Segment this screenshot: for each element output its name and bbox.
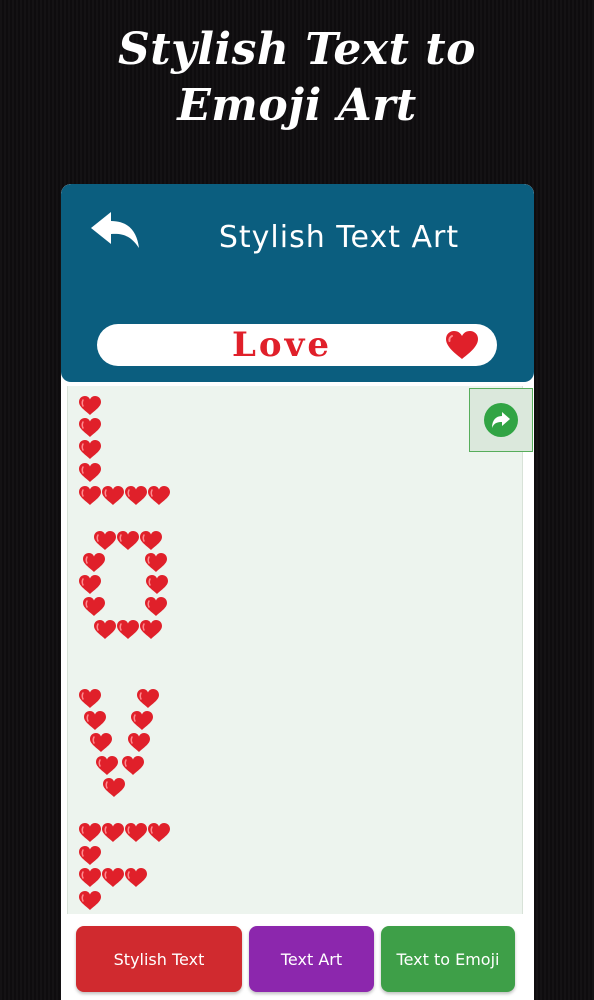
share-button[interactable] bbox=[469, 388, 533, 452]
art-heart-12 bbox=[145, 553, 167, 572]
art-heart-32 bbox=[148, 823, 170, 842]
share-circle bbox=[484, 403, 518, 437]
art-heart-30 bbox=[102, 823, 124, 842]
art-heart-5 bbox=[102, 486, 124, 505]
emoji-picker-button[interactable] bbox=[445, 330, 479, 360]
art-heart-28 bbox=[103, 778, 125, 797]
phone-screen: Stylish Text Art Stylish Text Text Art T… bbox=[61, 184, 534, 1000]
art-heart-7 bbox=[148, 486, 170, 505]
app-header: Stylish Text Art bbox=[61, 184, 534, 382]
art-heart-14 bbox=[146, 575, 168, 594]
art-heart-37 bbox=[79, 891, 101, 910]
art-heart-33 bbox=[79, 846, 101, 865]
art-heart-9 bbox=[117, 531, 139, 550]
back-button[interactable] bbox=[89, 208, 145, 252]
red-heart-icon bbox=[446, 331, 478, 359]
text-art-button[interactable]: Text Art bbox=[249, 926, 374, 992]
art-heart-19 bbox=[140, 620, 162, 639]
stylish-text-button[interactable]: Stylish Text bbox=[76, 926, 242, 992]
word-input-pill[interactable] bbox=[97, 324, 497, 366]
promo-title-line-1: Stylish Text to bbox=[118, 24, 476, 75]
art-heart-31 bbox=[125, 823, 147, 842]
art-heart-25 bbox=[128, 733, 150, 752]
art-heart-29 bbox=[79, 823, 101, 842]
art-heart-8 bbox=[94, 531, 116, 550]
art-heart-35 bbox=[102, 868, 124, 887]
word-input[interactable] bbox=[117, 324, 447, 366]
art-heart-1 bbox=[79, 418, 101, 437]
art-heart-34 bbox=[79, 868, 101, 887]
back-arrow-icon bbox=[91, 212, 139, 248]
promo-title-line-2: Emoji Art bbox=[177, 80, 417, 131]
share-icon bbox=[492, 412, 510, 428]
art-heart-15 bbox=[83, 597, 105, 616]
art-heart-21 bbox=[137, 689, 159, 708]
art-heart-26 bbox=[96, 756, 118, 775]
promo-title: Stylish Text to Emoji Art bbox=[0, 22, 594, 134]
art-heart-27 bbox=[122, 756, 144, 775]
header-title: Stylish Text Art bbox=[218, 220, 460, 255]
art-heart-0 bbox=[79, 396, 101, 415]
art-heart-20 bbox=[79, 689, 101, 708]
art-heart-2 bbox=[79, 440, 101, 459]
heart-art bbox=[79, 396, 170, 910]
art-heart-18 bbox=[117, 620, 139, 639]
art-heart-22 bbox=[84, 711, 106, 730]
art-heart-36 bbox=[125, 868, 147, 887]
text-to-emoji-button[interactable]: Text to Emoji bbox=[381, 926, 515, 992]
art-heart-17 bbox=[94, 620, 116, 639]
art-heart-3 bbox=[79, 463, 101, 482]
art-heart-10 bbox=[140, 531, 162, 550]
art-heart-11 bbox=[83, 553, 105, 572]
art-heart-4 bbox=[79, 486, 101, 505]
art-heart-16 bbox=[145, 597, 167, 616]
art-heart-24 bbox=[90, 733, 112, 752]
emoji-art-canvas bbox=[67, 386, 533, 914]
art-heart-23 bbox=[131, 711, 153, 730]
art-heart-6 bbox=[125, 486, 147, 505]
bottom-action-bar: Stylish Text Text Art Text to Emoji bbox=[61, 914, 534, 1000]
art-heart-13 bbox=[79, 575, 101, 594]
